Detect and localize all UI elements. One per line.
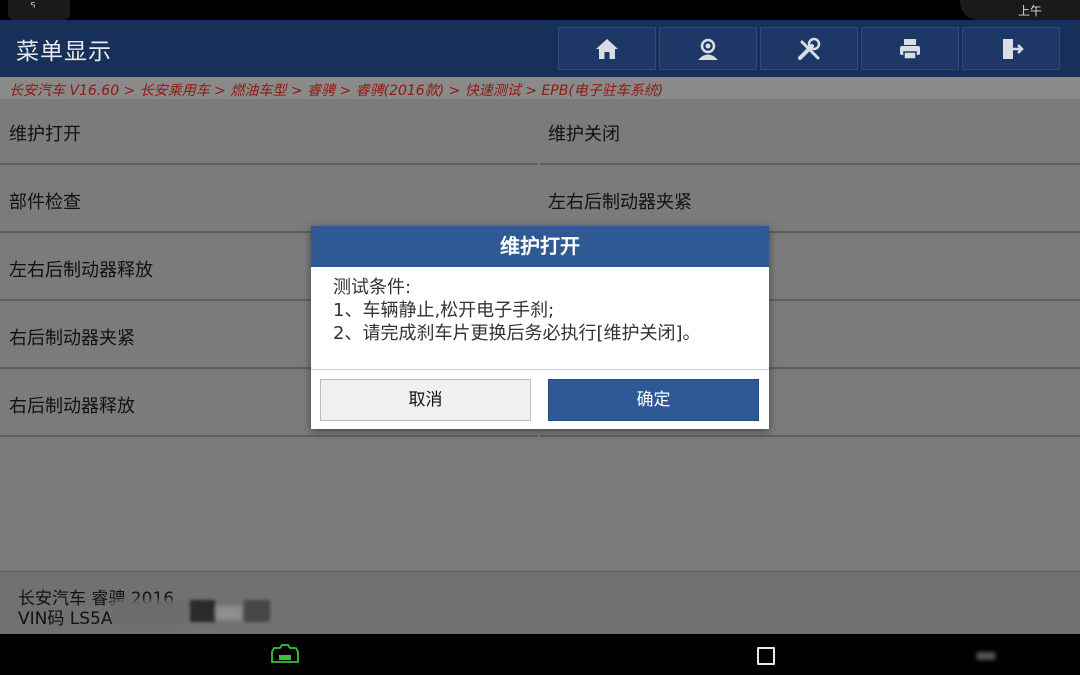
app-header: 菜单显示 [0,20,1080,77]
user-button[interactable] [659,27,757,70]
nav-overlay-blur [976,652,996,660]
menu-item[interactable]: 维护关闭 [540,99,1080,165]
menu-item-label: 右后制动器夹紧 [9,328,135,349]
menu-item-label: 右后制动器释放 [9,396,135,417]
dialog-line: 测试条件: [333,277,412,298]
dialog-title: 维护打开 [311,226,769,267]
vci-icon[interactable] [270,643,300,665]
exit-button[interactable] [962,27,1060,70]
print-button[interactable] [861,27,959,70]
vin-redaction [216,606,242,620]
menu-item-label: 部件检查 [9,192,81,213]
menu-item-label: 左右后制动器释放 [9,260,153,281]
cancel-button[interactable]: 取消 [320,379,531,421]
vehicle-info-footer: 长安汽车 睿骋 2016 VIN码 LS5A [0,571,1080,635]
menu-item[interactable]: 部件检查 [0,167,538,233]
page-title: 菜单显示 [16,39,112,65]
maintenance-dialog: 维护打开 测试条件: 1、车辆静止,松开电子手刹; 2、请完成刹车片更换后务必执… [311,226,769,429]
confirm-button[interactable]: 确定 [548,379,759,421]
user-icon [698,38,718,60]
status-bar: ᕐ 上午 [0,0,1080,20]
menu-item-label: 维护关闭 [548,124,620,145]
vin-number: VIN码 LS5A [18,609,113,629]
print-icon [900,38,920,60]
breadcrumb: 长安汽车 V16.60 > 长安乘用车 > 燃油车型 > 睿骋 > 睿骋(201… [0,77,1080,99]
recent-apps-button[interactable] [757,647,775,665]
dialog-message: 测试条件: 1、车辆静止,松开电子手刹; 2、请完成刹车片更换后务必执行[维护关… [333,276,701,345]
status-notch-left [8,0,70,20]
status-clock: 上午 [1017,4,1042,18]
vin-redaction [190,600,215,622]
dialog-line: 2、请完成刹车片更换后务必执行[维护关闭]。 [333,323,701,344]
android-nav-bar [0,634,1080,675]
tools-icon [798,37,821,60]
menu-item-label: 维护打开 [9,124,81,145]
dialog-line: 1、车辆静止,松开电子手刹; [333,300,555,321]
usb-icon: ᕐ [30,1,36,16]
home-button[interactable] [558,27,656,70]
tools-button[interactable] [760,27,858,70]
exit-icon [1003,38,1024,59]
dialog-divider [311,369,769,370]
vin-redaction [244,600,270,622]
home-icon [596,38,618,59]
menu-item[interactable]: 左右后制动器夹紧 [540,167,1080,233]
menu-item-label: 左右后制动器夹紧 [548,192,692,213]
vin-redaction [112,600,187,624]
menu-item[interactable]: 维护打开 [0,99,538,165]
breadcrumb-text: 长安汽车 V16.60 > 长安乘用车 > 燃油车型 > 睿骋 > 睿骋(201… [9,83,664,99]
